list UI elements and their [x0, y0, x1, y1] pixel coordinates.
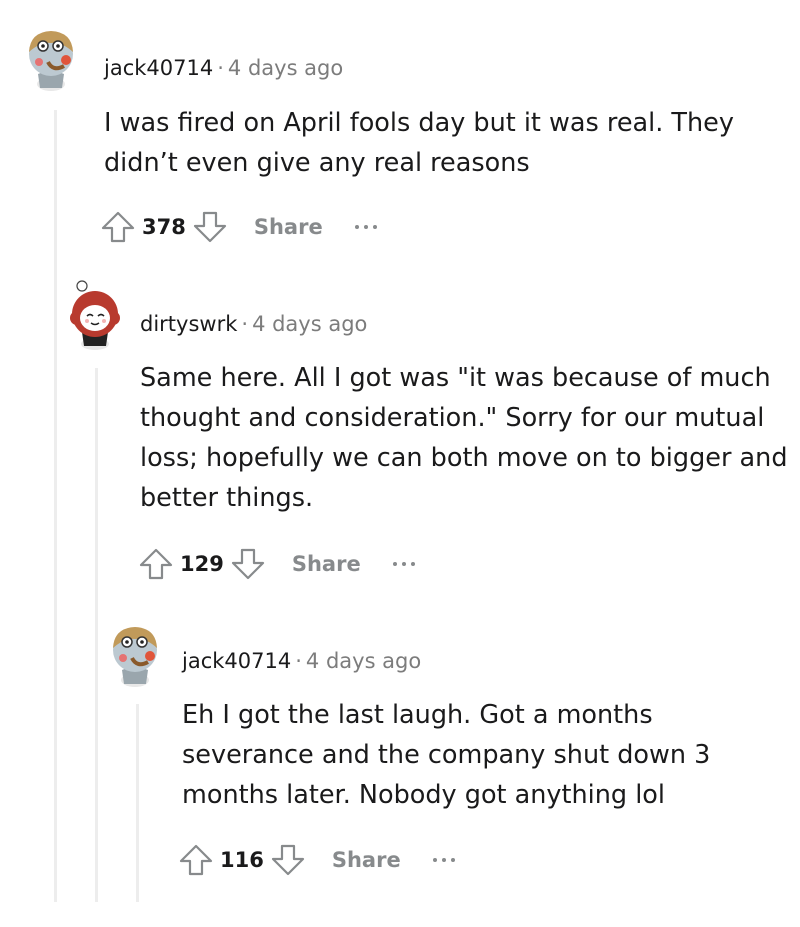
avatar[interactable]	[66, 280, 124, 350]
timestamp[interactable]: 4 days ago	[306, 649, 421, 673]
upvote-button[interactable]	[174, 838, 218, 882]
comment-actions: 129 Share	[134, 542, 415, 586]
downvote-button[interactable]	[188, 205, 232, 249]
more-options-button[interactable]	[392, 554, 415, 574]
downvote-arrow-icon	[231, 548, 264, 580]
comment-actions: 116 Share	[174, 838, 455, 882]
upvote-button[interactable]	[134, 542, 178, 586]
thread-line-level-1[interactable]	[54, 110, 57, 902]
more-dot-icon	[363, 225, 368, 229]
downvote-arrow-icon	[193, 211, 226, 243]
vote-score: 378	[142, 215, 186, 239]
vote-score: 116	[220, 848, 264, 872]
share-button[interactable]: Share	[332, 848, 401, 872]
share-button[interactable]: Share	[292, 552, 361, 576]
username[interactable]: dirtyswrk	[140, 312, 237, 336]
meta-separator: ·	[295, 649, 302, 673]
timestamp[interactable]: 4 days ago	[252, 312, 367, 336]
upvote-arrow-icon	[179, 844, 213, 876]
snoo-avatar-pilot-icon	[113, 627, 157, 687]
upvote-button[interactable]	[96, 205, 140, 249]
avatar[interactable]	[106, 618, 164, 688]
snoo-avatar-pilot-icon	[29, 31, 73, 91]
more-dot-icon	[354, 225, 359, 229]
avatar[interactable]	[22, 22, 80, 92]
more-dot-icon	[401, 562, 406, 566]
more-options-button[interactable]	[354, 217, 377, 237]
more-options-button[interactable]	[432, 850, 455, 870]
more-dot-icon	[432, 858, 437, 862]
downvote-arrow-icon	[271, 844, 304, 876]
thread-line-level-3[interactable]	[136, 704, 139, 902]
comment-body: Eh I got the last laugh. Got a months se…	[182, 700, 711, 810]
username[interactable]: jack40714	[182, 649, 291, 673]
vote-score: 129	[180, 552, 224, 576]
comment-actions: 378 Share	[96, 205, 377, 249]
more-dot-icon	[450, 858, 455, 862]
comment-body: Same here. All I got was "it was because…	[140, 363, 788, 513]
share-button[interactable]: Share	[254, 215, 323, 239]
more-dot-icon	[441, 858, 446, 862]
more-dot-icon	[392, 562, 397, 566]
thread-line-level-2[interactable]	[95, 368, 98, 902]
more-dot-icon	[410, 562, 415, 566]
downvote-button[interactable]	[226, 542, 270, 586]
comment-body: I was fired on April fools day but it wa…	[104, 108, 734, 178]
more-dot-icon	[372, 225, 377, 229]
upvote-arrow-icon	[101, 211, 135, 243]
upvote-arrow-icon	[139, 548, 173, 580]
username[interactable]: jack40714	[104, 56, 213, 80]
snoo-avatar-redhead-icon	[70, 280, 120, 350]
meta-separator: ·	[217, 56, 224, 80]
downvote-button[interactable]	[266, 838, 310, 882]
timestamp[interactable]: 4 days ago	[228, 56, 343, 80]
meta-separator: ·	[241, 312, 249, 336]
